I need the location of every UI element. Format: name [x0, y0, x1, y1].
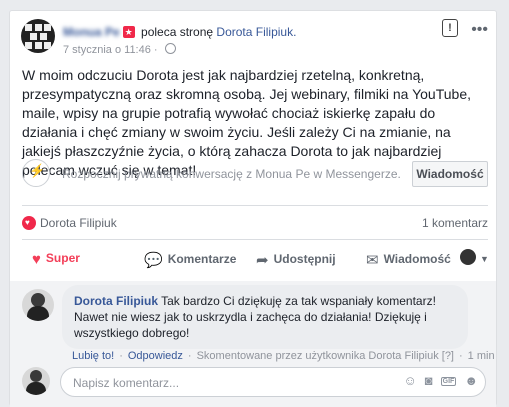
sticker-icon[interactable]: ☻ — [464, 373, 478, 388]
comment-time[interactable]: 1 min — [468, 350, 495, 362]
share-icon: ➦ — [256, 252, 269, 269]
comment-bubble: Dorota Filipiuk Tak bardzo Ci dziękuję z… — [62, 285, 468, 349]
divider — [22, 205, 488, 206]
comment-label: Komentarze — [167, 252, 237, 266]
love-reaction-icon — [22, 216, 36, 230]
super-label: Super — [45, 251, 80, 265]
comment-button[interactable]: 💬 Komentarze — [144, 251, 236, 269]
share-label: Udostępnij — [273, 252, 336, 266]
comments-section: Dorota Filipiuk Tak bardzo Ci dziękuję z… — [10, 281, 496, 407]
gif-icon[interactable]: GIF — [440, 377, 457, 386]
alert-icon[interactable]: ! — [442, 19, 458, 37]
meta-dot: · — [153, 44, 158, 56]
page-link[interactable]: Dorota Filipiuk. — [216, 25, 296, 39]
post-meta: 7 stycznia o 11:46 · — [63, 43, 176, 56]
reactions-bar: Dorota Filipiuk 1 komentarz — [22, 216, 488, 230]
more-dots-icon[interactable]: ••• — [471, 21, 488, 39]
commented-by: Skomentowane przez użytkownika Dorota Fi… — [196, 350, 454, 362]
messenger-icon: ✉ — [366, 252, 379, 269]
divider — [22, 239, 488, 240]
recommends-text: poleca stronę — [141, 25, 214, 39]
author-name[interactable]: Monua Pe — [63, 25, 120, 39]
chevron-down-icon: ▼ — [480, 254, 489, 264]
emoji-icon[interactable]: ☺ — [404, 373, 417, 388]
reply-link[interactable]: Odpowiedz — [128, 350, 183, 362]
commenter-avatar[interactable] — [22, 289, 54, 321]
send-message-button[interactable]: ✉ Wiadomość — [366, 251, 451, 269]
composer-icons: ☺ ◙ GIF ☻ — [396, 373, 479, 388]
author-avatar[interactable] — [21, 19, 55, 53]
comment-composer: Napisz komentarz... ☺ ◙ GIF ☻ — [22, 365, 488, 399]
send-message-label: Wiadomość — [383, 252, 451, 266]
comment-icon: 💬 — [144, 252, 163, 269]
page-avatar — [460, 249, 476, 265]
message-button[interactable]: Wiadomość — [412, 161, 488, 187]
react-as-selector[interactable]: ▼ — [460, 249, 489, 265]
author-line: Monua Pe poleca stronę Dorota Filipiuk. — [63, 25, 296, 39]
composer-avatar — [22, 367, 50, 395]
messenger-icon — [22, 159, 50, 187]
recommend-icon — [122, 26, 135, 38]
messenger-bar: Rozpocznij prywatną konwersację z Monua … — [22, 159, 488, 187]
share-button[interactable]: ➦ Udostępnij — [256, 251, 336, 269]
comment-actions: Lubię to! · Odpowiedz · Skomentowane przez u… — [72, 350, 495, 362]
post-date[interactable]: 7 stycznia o 11:46 — [63, 44, 151, 56]
action-bar: ♥ Super 💬 Komentarze ➦ Udostępnij ✉ Wiadomoś… — [22, 243, 489, 275]
reaction-name[interactable]: Dorota Filipiuk — [40, 216, 117, 230]
globe-icon — [164, 43, 176, 54]
super-button[interactable]: ♥ Super — [32, 251, 80, 268]
heart-icon: ♥ — [32, 251, 41, 268]
comment-author[interactable]: Dorota Filipiuk — [74, 294, 158, 308]
like-link[interactable]: Lubię to! — [72, 350, 114, 362]
camera-icon[interactable]: ◙ — [425, 373, 433, 388]
post-card: Monua Pe poleca stronę Dorota Filipiuk. … — [9, 10, 497, 407]
messenger-prompt: Rozpocznij prywatną konwersację z Monua … — [62, 167, 401, 181]
comment-count[interactable]: 1 komentarz — [422, 216, 488, 230]
